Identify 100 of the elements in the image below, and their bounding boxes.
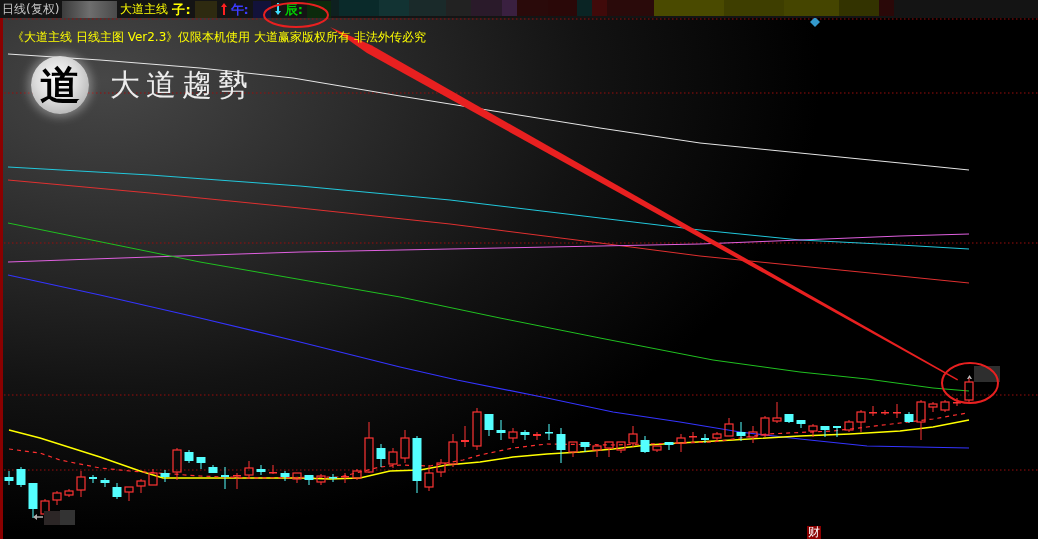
candlestick [364,421,374,474]
candlestick [112,482,122,500]
logo-emblem: 道 [31,56,89,114]
candlestick [472,407,482,451]
period-label: 日线(复权) [1,3,60,15]
candlestick [508,427,518,444]
candlestick [533,431,541,441]
candlestick [545,423,553,441]
candlestick [184,449,194,464]
candlestick [856,409,866,433]
candlestick [592,444,602,458]
candlestick [136,478,146,494]
candlestick [233,472,241,490]
candlestick [304,475,314,486]
candlestick [640,435,650,454]
candlestick [712,431,722,443]
candlestick [316,473,326,486]
candlestick [736,421,746,442]
candlestick [341,472,349,484]
candlestick [40,498,50,517]
candlestick [869,405,877,417]
candlestick [724,417,734,437]
candlestick [796,420,806,429]
candlestick [844,419,854,433]
candlestick [244,460,254,480]
down-arrow-icon [274,3,281,15]
blurred-block [784,0,839,16]
blurred-block [252,0,271,18]
candlestick [916,399,926,441]
candlestick [292,472,302,484]
candlestick [412,435,422,494]
candlestick [676,433,686,453]
candlestick [160,469,170,483]
candlestick [808,423,818,438]
candlestick [448,433,458,468]
candlestick [436,458,446,478]
blurred-block [44,511,60,525]
candlestick [701,433,709,444]
annotation-ellipse [941,362,999,404]
candlestick [89,474,97,484]
candlestick [964,376,974,403]
candlestick [280,470,290,482]
field-label: 子: [172,2,191,16]
blurred-block [379,0,409,16]
candlestick [820,426,830,438]
candlestick [484,414,494,437]
candlestick [28,483,38,519]
blurred-block [60,510,75,525]
field-label: 午: [230,2,249,16]
field-label: 辰: [284,2,303,16]
candlestick [256,464,266,476]
candlestick [748,425,758,444]
blurred-block [724,0,784,16]
candlestick [616,441,626,454]
candlestick [580,442,590,453]
candlestick [124,486,134,502]
candlestick [424,464,434,492]
candlestick [604,441,614,458]
annotation-ellipse [263,2,329,28]
candlestick [940,399,950,413]
candlestick [64,488,74,498]
candlestick [221,466,229,490]
candlestick [196,457,206,470]
candlestick [269,464,277,475]
candlestick [953,397,961,407]
candlestick [689,431,697,443]
candlestick [100,477,110,488]
candlestick [16,466,26,488]
indicator-name: 大道主线 [120,3,169,15]
candlestick [148,468,158,486]
candlestick [784,414,794,424]
candlestick [556,427,566,464]
blurred-block [62,0,118,18]
candlestick [388,447,398,469]
candlestick [376,443,386,468]
blurred-block [194,0,217,18]
candlestick [52,490,62,506]
candlestick [352,468,362,481]
candlestick [172,447,182,481]
candlestick [760,415,770,438]
candlestick [664,442,674,451]
candlestick [833,426,841,438]
candlestick [652,445,662,453]
finance-marker: 财 [807,526,821,539]
candlestick [496,419,506,441]
candlestick [461,425,469,448]
caret-icon [967,375,972,379]
candlestick [208,464,218,473]
candlestick [893,403,901,419]
candlestick [928,401,938,413]
candlestick [881,409,889,416]
candlestick [772,401,782,424]
candlestick [568,441,578,458]
candlestick [628,425,638,448]
logo-text: 大道趨勢 [110,70,254,100]
candlestick [329,473,337,483]
up-arrow-icon [220,3,227,15]
candlestick [520,429,530,441]
left-arrow-icon [33,514,43,520]
candlestick [4,470,14,486]
